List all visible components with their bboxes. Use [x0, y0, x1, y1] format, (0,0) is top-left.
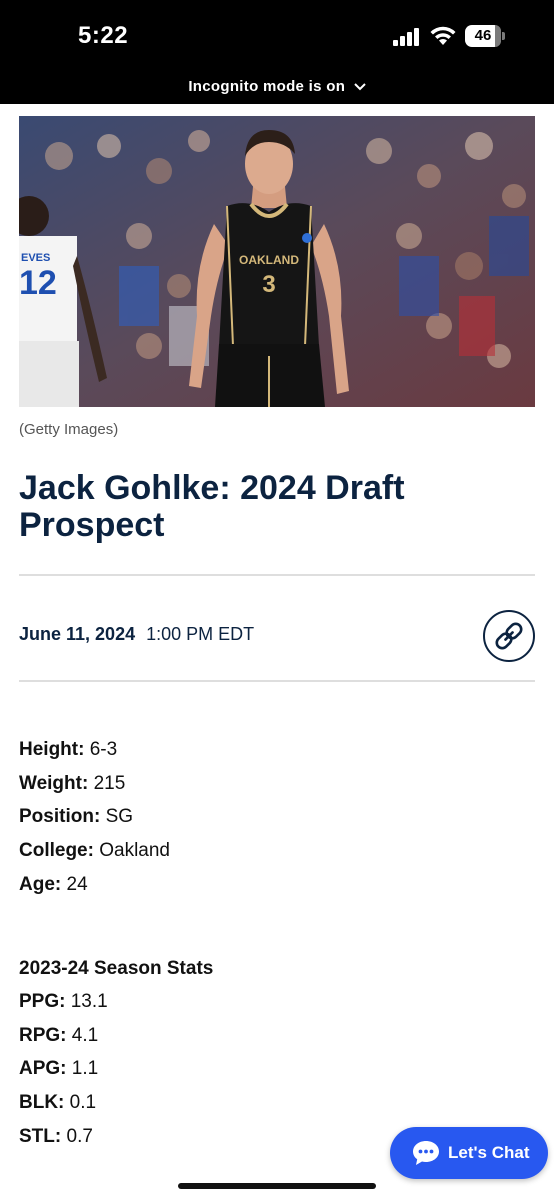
stat-apg: APG: 1.1: [19, 1058, 98, 1080]
cellular-signal-icon: [393, 28, 421, 46]
opponent-name: EVES: [21, 252, 50, 264]
divider: [19, 680, 535, 682]
bio-value: SG: [105, 806, 134, 827]
status-time: 5:22: [78, 22, 129, 49]
bio-weight: Weight: 215: [19, 773, 125, 795]
stat-value: 0.1: [69, 1092, 97, 1113]
stat-stl: STL: 0.7: [19, 1126, 93, 1148]
stat-value: 1.1: [71, 1058, 99, 1079]
bio-label: Position:: [19, 806, 101, 827]
jersey-team: OAKLAND: [239, 253, 299, 267]
chevron-down-icon: [353, 83, 366, 91]
hero-photo: EVES 12 OAKLAND 3: [19, 116, 535, 407]
stat-blk: BLK: 0.1: [19, 1092, 96, 1114]
season-stats-heading: 2023-24 Season Stats: [19, 958, 214, 979]
wifi-icon: [430, 26, 456, 45]
bio-value: 24: [66, 874, 88, 895]
stat-label: PPG:: [19, 991, 66, 1012]
bio-height: Height: 6-3: [19, 739, 117, 761]
stat-value: 13.1: [70, 991, 108, 1012]
link-icon: [495, 622, 523, 650]
bio-value: Oakland: [99, 840, 171, 861]
stat-label: BLK:: [19, 1092, 65, 1113]
bio-age: Age: 24: [19, 874, 88, 896]
article-title: Jack Gohlke: 2024 Draft Prospect: [19, 469, 405, 544]
bio-college: College: Oakland: [19, 840, 170, 862]
status-bar: 5:22 46 Incognito mode is on: [0, 0, 554, 104]
incognito-banner[interactable]: Incognito mode is on: [0, 78, 554, 95]
article-date: June 11, 2024: [19, 624, 136, 644]
opponent-number: 12: [19, 264, 57, 302]
divider: [19, 574, 535, 576]
bio-label: Weight:: [19, 773, 89, 794]
stat-ppg: PPG: 13.1: [19, 991, 108, 1013]
chat-bubble-icon: [413, 1141, 439, 1165]
chat-label: Let's Chat: [448, 1143, 530, 1162]
stat-rpg: RPG: 4.1: [19, 1025, 98, 1047]
article-dateline: June 11, 2024 1:00 PM EDT: [19, 624, 254, 645]
copy-link-button[interactable]: [483, 610, 535, 662]
bio-value: 215: [93, 773, 126, 794]
lets-chat-button[interactable]: Let's Chat: [390, 1127, 548, 1179]
stat-label: APG:: [19, 1058, 67, 1079]
bio-position: Position: SG: [19, 806, 133, 828]
stat-value: 0.7: [66, 1126, 93, 1147]
bio-label: Height:: [19, 739, 85, 760]
stat-value: 4.1: [71, 1025, 99, 1046]
stat-label: STL:: [19, 1126, 62, 1147]
player-photo-illustration: EVES 12 OAKLAND 3: [19, 116, 535, 407]
bio-label: Age:: [19, 874, 62, 895]
home-indicator[interactable]: [178, 1183, 376, 1189]
battery-level: 46: [474, 27, 492, 44]
article-time: 1:00 PM EDT: [146, 624, 255, 644]
jersey-number: 3: [262, 271, 275, 298]
incognito-text: Incognito mode is on: [188, 78, 346, 95]
bio-value: 6-3: [89, 739, 118, 760]
bio-label: College:: [19, 840, 94, 861]
battery-icon: 46: [465, 25, 505, 47]
photo-caption: (Getty Images): [19, 421, 119, 438]
stat-label: RPG:: [19, 1025, 67, 1046]
